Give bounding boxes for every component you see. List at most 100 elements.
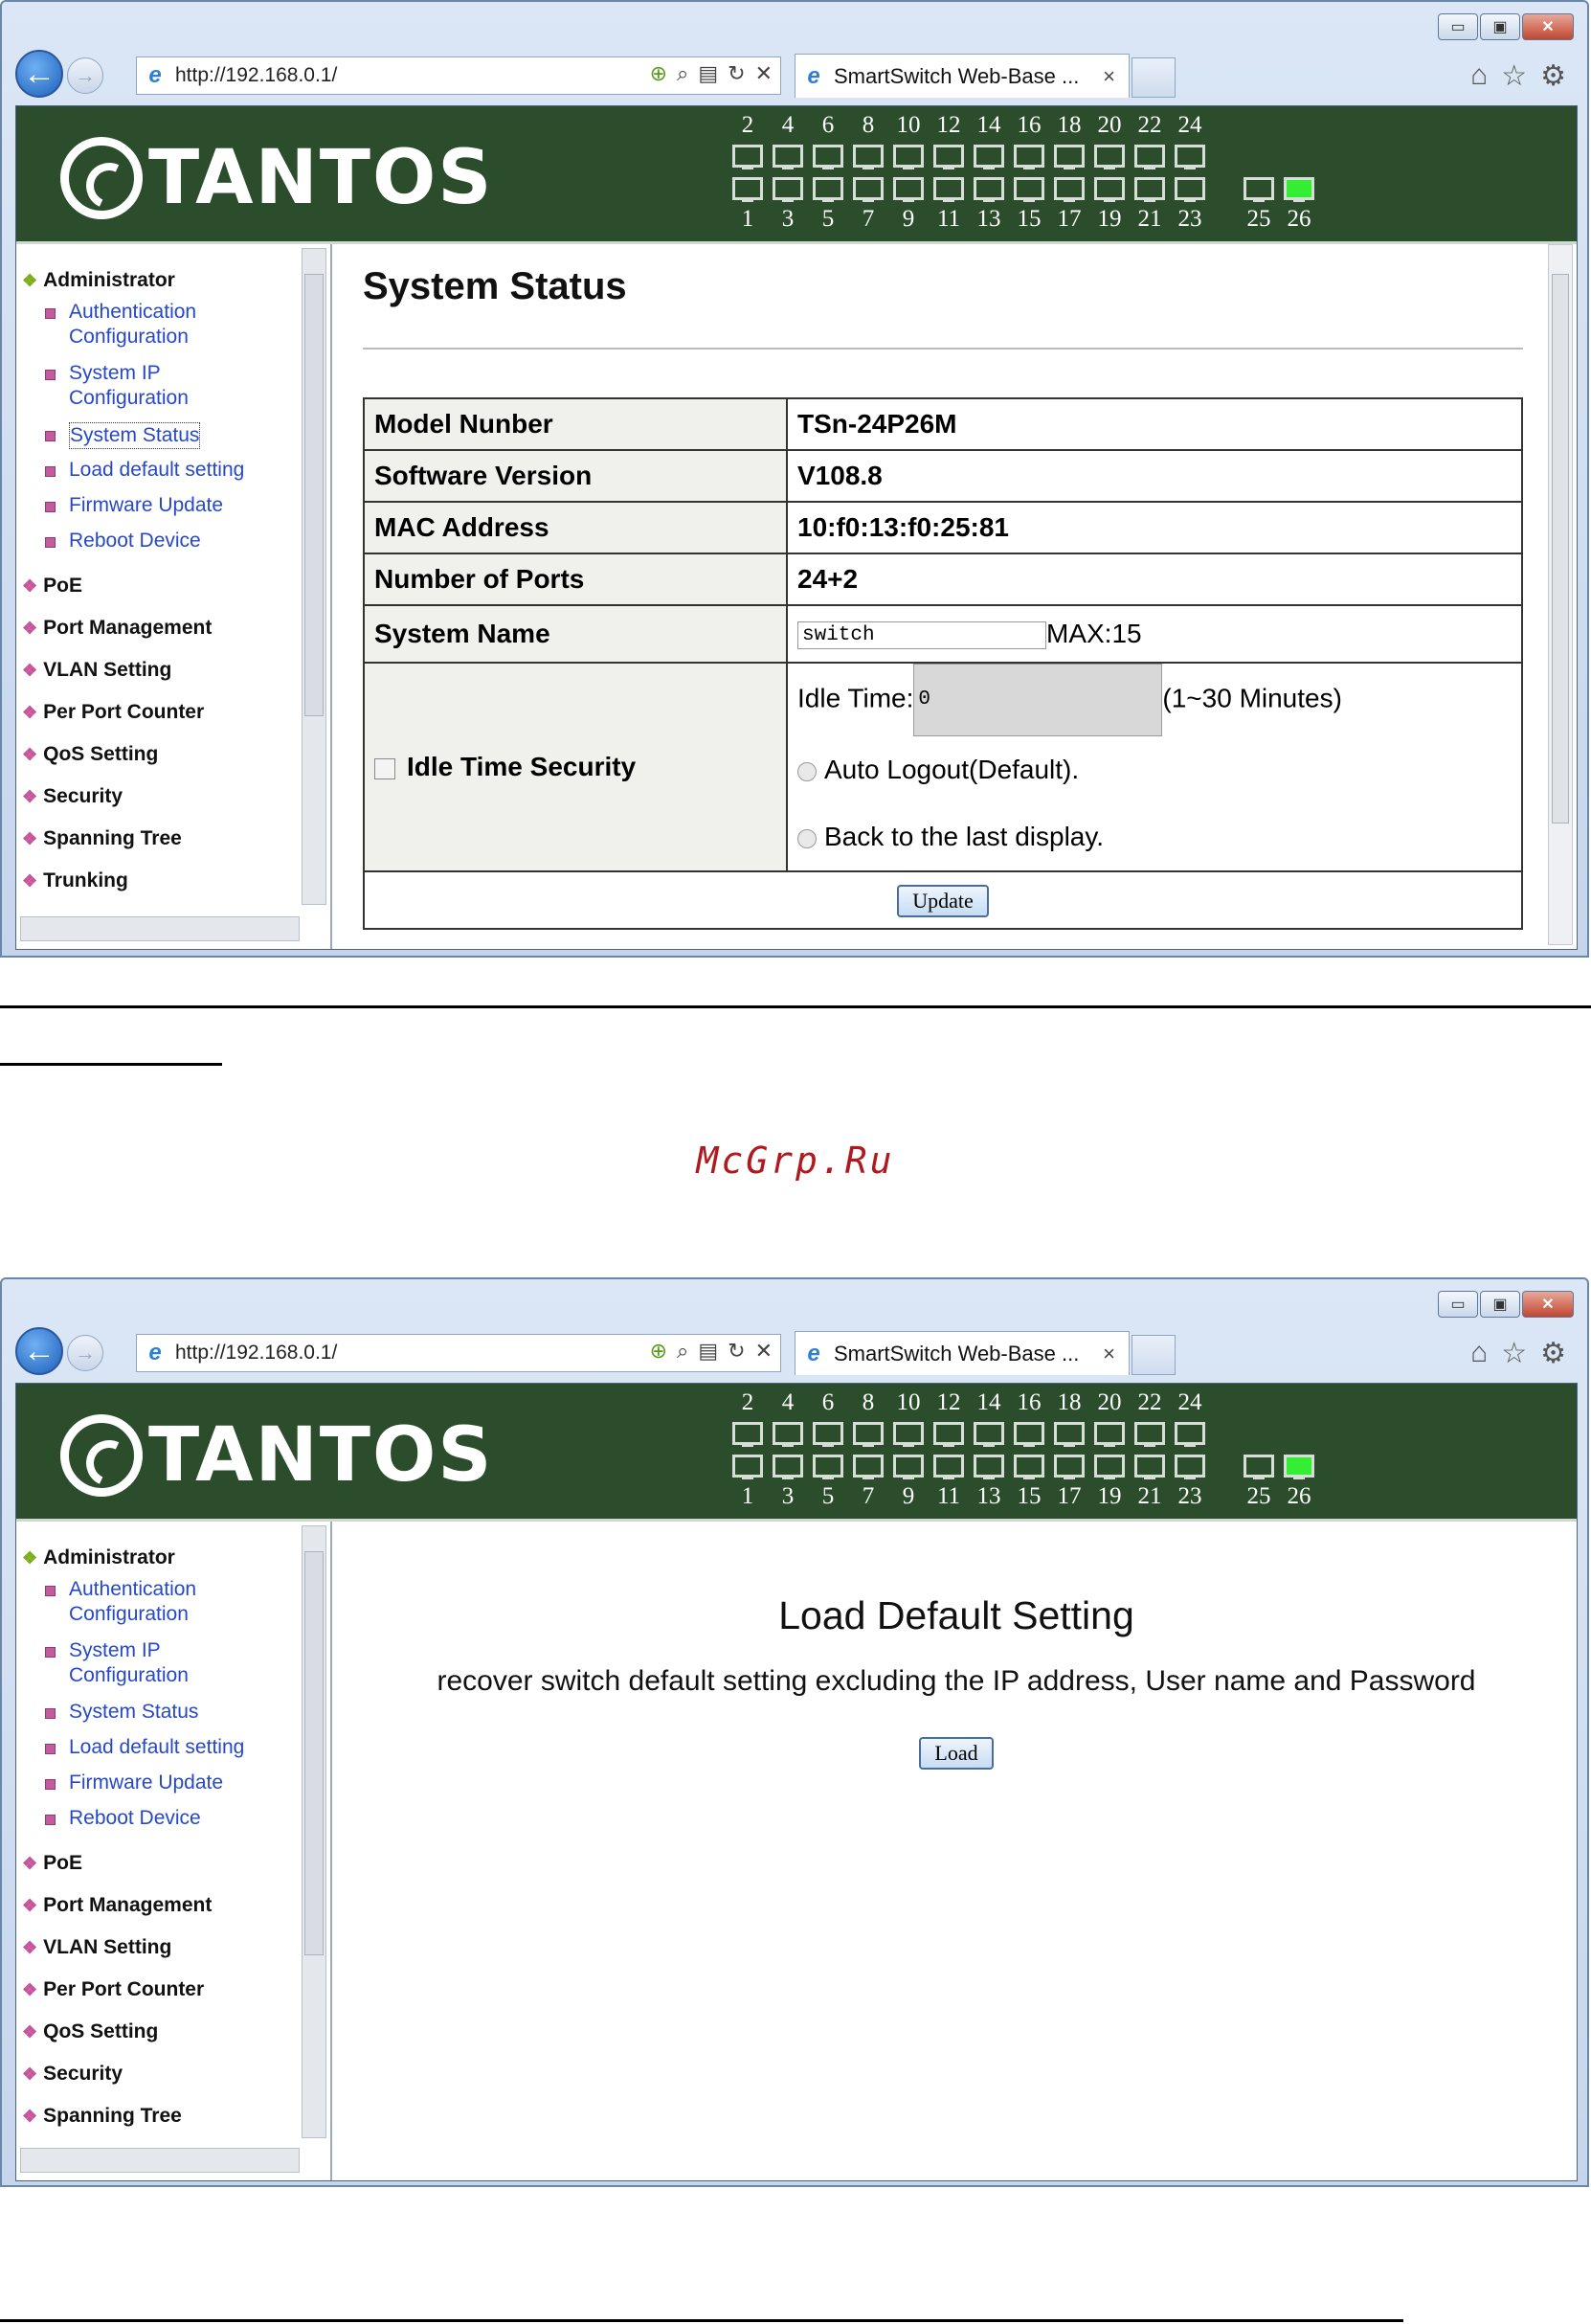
sidebar-item-label[interactable]: Authentication Configuration [69,300,196,350]
back-to-last-option[interactable]: Back to the last display. [797,803,1512,870]
label-line1[interactable]: Authentication [69,1578,196,1600]
new-tab-button[interactable] [1132,1335,1176,1375]
forward-button[interactable]: → [67,57,103,94]
scrollbar-thumb[interactable] [1552,274,1569,824]
port-icon[interactable] [1094,177,1125,202]
port-icon[interactable] [1175,145,1205,169]
settings-gear-icon[interactable]: ⚙ [1540,59,1566,93]
uplink-port-icon[interactable] [1284,1455,1314,1479]
menu-port-management[interactable]: ❖ Port Management [22,617,212,640]
port-icon[interactable] [974,177,1004,202]
favorites-star-icon[interactable]: ☆ [1501,1337,1527,1370]
minimize-button[interactable]: ▭ [1438,13,1478,40]
menu-administrator-label[interactable]: Administrator [43,1546,175,1569]
sidebar-item-label[interactable]: System IP Configuration [69,1638,189,1688]
forward-button[interactable]: → [67,1335,103,1371]
sidebar-horizontal-scrollbar[interactable] [20,2148,300,2173]
port-icon[interactable] [732,1422,763,1447]
minimize-button[interactable]: ▭ [1438,1291,1478,1318]
menu-label[interactable]: Trunking [43,869,128,892]
back-to-last-radio[interactable] [797,828,817,848]
sidebar-item-label[interactable]: Firmware Update [69,493,223,518]
menu-label[interactable]: PoE [43,575,82,598]
menu-label[interactable]: Security [43,2063,123,2086]
port-icon[interactable] [974,145,1004,169]
port-icon[interactable] [813,145,843,169]
menu-security[interactable]: ❖ Security [22,785,123,808]
maximize-button[interactable]: ▣ [1480,1291,1520,1318]
scrollbar-thumb[interactable] [304,1551,324,1955]
compat-view-icon[interactable]: ▤ [698,61,718,86]
port-icon[interactable] [933,1455,964,1479]
port-icon[interactable] [933,1422,964,1447]
port-icon[interactable] [1134,177,1165,202]
close-window-button[interactable]: ✕ [1522,13,1574,40]
port-icon[interactable] [893,1422,924,1447]
menu-administrator[interactable]: ❖ Administrator [22,1546,175,1569]
port-icon[interactable] [1054,145,1085,169]
stop-icon[interactable]: ✕ [755,61,773,86]
port-icon[interactable] [1175,1422,1205,1447]
sidebar-item-label[interactable]: Reboot Device [69,1806,201,1831]
main-vertical-scrollbar[interactable] [1548,244,1573,945]
compat-icon[interactable]: ⊕ [650,1339,667,1364]
port-icon[interactable] [732,177,763,202]
menu-qos-setting[interactable]: ❖ QoS Setting [22,2020,158,2043]
port-icon[interactable] [853,1455,884,1479]
load-button[interactable]: Load [919,1737,994,1770]
menu-label[interactable]: PoE [43,1852,82,1875]
label-line1[interactable]: System IP [69,1639,161,1661]
home-icon[interactable]: ⌂ [1470,1337,1488,1370]
auto-logout-label[interactable]: Auto Logout(Default). [824,755,1079,784]
idle-time-input[interactable]: 0 [913,664,1163,736]
idle-time-security-checkbox[interactable] [374,757,395,779]
port-icon[interactable] [933,177,964,202]
port-icon[interactable] [893,145,924,169]
uplink-port-icon[interactable] [1244,1455,1274,1479]
browser-tab[interactable]: e SmartSwitch Web-Base ... × [795,1331,1130,1375]
browser-tab[interactable]: e SmartSwitch Web-Base ... × [795,54,1130,98]
port-icon[interactable] [813,1422,843,1447]
auto-logout-option[interactable]: Auto Logout(Default). [797,736,1512,803]
port-icon[interactable] [1134,1422,1165,1447]
scrollbar-thumb[interactable] [304,274,324,716]
home-icon[interactable]: ⌂ [1470,59,1488,93]
menu-vlan-setting[interactable]: ❖ VLAN Setting [22,1936,171,1959]
menu-trunking[interactable]: ❖ Trunking [22,869,128,892]
port-icon[interactable] [853,1422,884,1447]
stop-icon[interactable]: ✕ [755,1339,773,1364]
sidebar-item-system-status[interactable]: System Status [45,1700,198,1725]
sidebar-item-label[interactable]: System Status [69,422,201,449]
back-button[interactable]: ← [15,1327,63,1375]
compat-icon[interactable]: ⊕ [650,61,667,86]
menu-label[interactable]: QoS Setting [43,2020,158,2043]
label-line2[interactable]: Configuration [69,1664,189,1686]
port-icon[interactable] [1014,177,1044,202]
menu-label[interactable]: Security [43,785,123,808]
sidebar-item-label[interactable]: Reboot Device [69,529,201,553]
refresh-icon[interactable]: ↻ [728,61,745,86]
menu-spanning-tree[interactable]: ❖ Spanning Tree [22,827,182,850]
sidebar-item-label[interactable]: System Status [69,1700,198,1725]
menu-administrator[interactable]: ❖ Administrator [22,269,175,292]
sidebar-item-system-ip[interactable]: System IP Configuration [45,361,189,411]
address-bar[interactable]: e http://192.168.0.1/ ⊕ ⌕ ▤ ↻ ✕ [136,56,781,95]
port-icon[interactable] [1014,1455,1044,1479]
menu-port-management[interactable]: ❖ Port Management [22,1894,212,1917]
label-line2[interactable]: Configuration [69,387,189,409]
port-icon[interactable] [853,177,884,202]
sidebar-item-reboot-device[interactable]: Reboot Device [45,1806,201,1831]
port-icon[interactable] [1175,1455,1205,1479]
tab-title[interactable]: SmartSwitch Web-Base ... [834,1342,1079,1366]
port-icon[interactable] [773,1422,803,1447]
sidebar-item-firmware-update[interactable]: Firmware Update [45,1771,223,1795]
uplink-port-icon[interactable] [1244,177,1274,202]
menu-administrator-label[interactable]: Administrator [43,269,175,292]
back-to-last-label[interactable]: Back to the last display. [824,822,1104,851]
sidebar-vertical-scrollbar[interactable] [302,248,326,905]
port-icon[interactable] [1094,1422,1125,1447]
favorites-star-icon[interactable]: ☆ [1501,59,1527,93]
port-icon[interactable] [853,145,884,169]
label-line2[interactable]: Configuration [69,326,189,348]
port-icon[interactable] [1014,1422,1044,1447]
